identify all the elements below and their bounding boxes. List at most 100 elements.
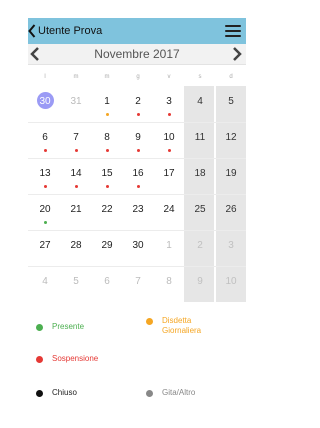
- day-number: 8: [166, 276, 172, 287]
- day-cell[interactable]: 2: [185, 230, 215, 266]
- day-cell[interactable]: 7: [61, 122, 91, 158]
- legend-label: Presente: [52, 322, 85, 331]
- day-cell[interactable]: 8: [154, 266, 184, 302]
- month-title: Novembre 2017: [94, 47, 180, 61]
- day-number: 4: [197, 96, 203, 107]
- day-cell[interactable]: 25: [185, 194, 215, 230]
- day-cell[interactable]: 3: [154, 86, 184, 122]
- day-cell[interactable]: 1: [154, 230, 184, 266]
- day-cell[interactable]: 29: [92, 230, 122, 266]
- top-bar: Utente Prova: [28, 18, 246, 44]
- day-cell[interactable]: 22: [92, 194, 122, 230]
- day-number: 19: [225, 168, 237, 179]
- day-cell[interactable]: 6: [30, 122, 60, 158]
- day-status-dot: [44, 221, 47, 224]
- day-number: 7: [135, 276, 141, 287]
- day-cell[interactable]: 7: [123, 266, 153, 302]
- day-cell[interactable]: 10: [154, 122, 184, 158]
- day-cell[interactable]: 8: [92, 122, 122, 158]
- month-navigation: Novembre 2017: [28, 44, 246, 65]
- day-cell[interactable]: 23: [123, 194, 153, 230]
- day-cell[interactable]: 18: [185, 158, 215, 194]
- day-cell[interactable]: 10: [216, 266, 246, 302]
- day-number: 6: [104, 276, 110, 287]
- day-status-dot: [137, 113, 140, 116]
- day-number: 6: [42, 132, 48, 143]
- calendar-grid: 30 31 1 2 3 4 5 6 7 8 9 10 11 12 13 14 15 16 17 18 19 20 21 22 2…: [28, 86, 246, 302]
- day-number: 14: [70, 168, 82, 179]
- weekday-label: g: [136, 74, 140, 80]
- day-number: 2: [135, 96, 141, 107]
- legend-item-gita: Gita/Altro: [146, 388, 195, 398]
- legend-dot: [36, 324, 43, 331]
- day-cell[interactable]: 24: [154, 194, 184, 230]
- weekday-label: s: [198, 74, 202, 80]
- day-status-dot: [106, 185, 109, 188]
- day-cell[interactable]: 12: [216, 122, 246, 158]
- day-cell[interactable]: 15: [92, 158, 122, 194]
- chevron-right-icon: [233, 47, 242, 61]
- legend-label: Sospensione: [52, 354, 99, 363]
- day-number: 23: [132, 204, 144, 215]
- day-number: 29: [101, 240, 113, 251]
- day-status-dot: [106, 149, 109, 152]
- day-number: 26: [225, 204, 237, 215]
- day-cell[interactable]: 5: [61, 266, 91, 302]
- legend-item-sospensione: Sospensione: [36, 354, 98, 364]
- day-cell[interactable]: 9: [185, 266, 215, 302]
- legend-dot: [146, 390, 153, 397]
- day-number: 7: [73, 132, 79, 143]
- day-cell[interactable]: 11: [185, 122, 215, 158]
- day-cell[interactable]: 21: [61, 194, 91, 230]
- day-number: 25: [194, 204, 206, 215]
- day-cell-today[interactable]: 30: [30, 86, 60, 122]
- day-number: 22: [101, 204, 113, 215]
- weekday-label: m: [104, 74, 110, 80]
- back-button[interactable]: Utente Prova: [28, 21, 102, 41]
- day-cell[interactable]: 2: [123, 86, 153, 122]
- day-number: 31: [70, 96, 82, 107]
- day-number: 3: [166, 96, 172, 107]
- day-status-dot: [168, 113, 171, 116]
- day-cell[interactable]: 17: [154, 158, 184, 194]
- day-number: 2: [197, 240, 203, 251]
- day-status-dot: [137, 185, 140, 188]
- day-cell[interactable]: 26: [216, 194, 246, 230]
- day-cell[interactable]: 20: [30, 194, 60, 230]
- day-cell[interactable]: 4: [185, 86, 215, 122]
- day-cell[interactable]: 9: [123, 122, 153, 158]
- day-number: 1: [104, 96, 110, 107]
- weekday-label: l: [44, 74, 46, 80]
- hamburger-menu-icon[interactable]: [225, 24, 241, 38]
- day-number: 18: [194, 168, 206, 179]
- day-cell[interactable]: 16: [123, 158, 153, 194]
- day-cell[interactable]: 14: [61, 158, 91, 194]
- legend-dot: [36, 390, 43, 397]
- day-number: 15: [101, 168, 113, 179]
- day-number: 30: [39, 96, 51, 107]
- day-number: 5: [228, 96, 234, 107]
- day-cell[interactable]: 19: [216, 158, 246, 194]
- day-cell[interactable]: 6: [92, 266, 122, 302]
- day-cell[interactable]: 4: [30, 266, 60, 302]
- legend-dot: [36, 356, 43, 363]
- day-number: 1: [166, 240, 172, 251]
- day-cell[interactable]: 28: [61, 230, 91, 266]
- day-number: 5: [73, 276, 79, 287]
- day-cell[interactable]: 13: [30, 158, 60, 194]
- weekday-label: d: [229, 74, 233, 80]
- legend-item-disdetta: Disdetta Giornaliera: [146, 316, 222, 336]
- day-status-dot: [44, 185, 47, 188]
- day-status-dot: [106, 113, 109, 116]
- day-number: 24: [163, 204, 175, 215]
- day-number: 9: [197, 276, 203, 287]
- legend-label: Gita/Altro: [162, 388, 196, 397]
- day-cell[interactable]: 3: [216, 230, 246, 266]
- day-cell[interactable]: 31: [61, 86, 91, 122]
- day-cell[interactable]: 1: [92, 86, 122, 122]
- day-cell[interactable]: 30: [123, 230, 153, 266]
- day-cell[interactable]: 5: [216, 86, 246, 122]
- day-number: 12: [225, 132, 237, 143]
- next-month-button[interactable]: [228, 46, 244, 62]
- day-cell[interactable]: 27: [30, 230, 60, 266]
